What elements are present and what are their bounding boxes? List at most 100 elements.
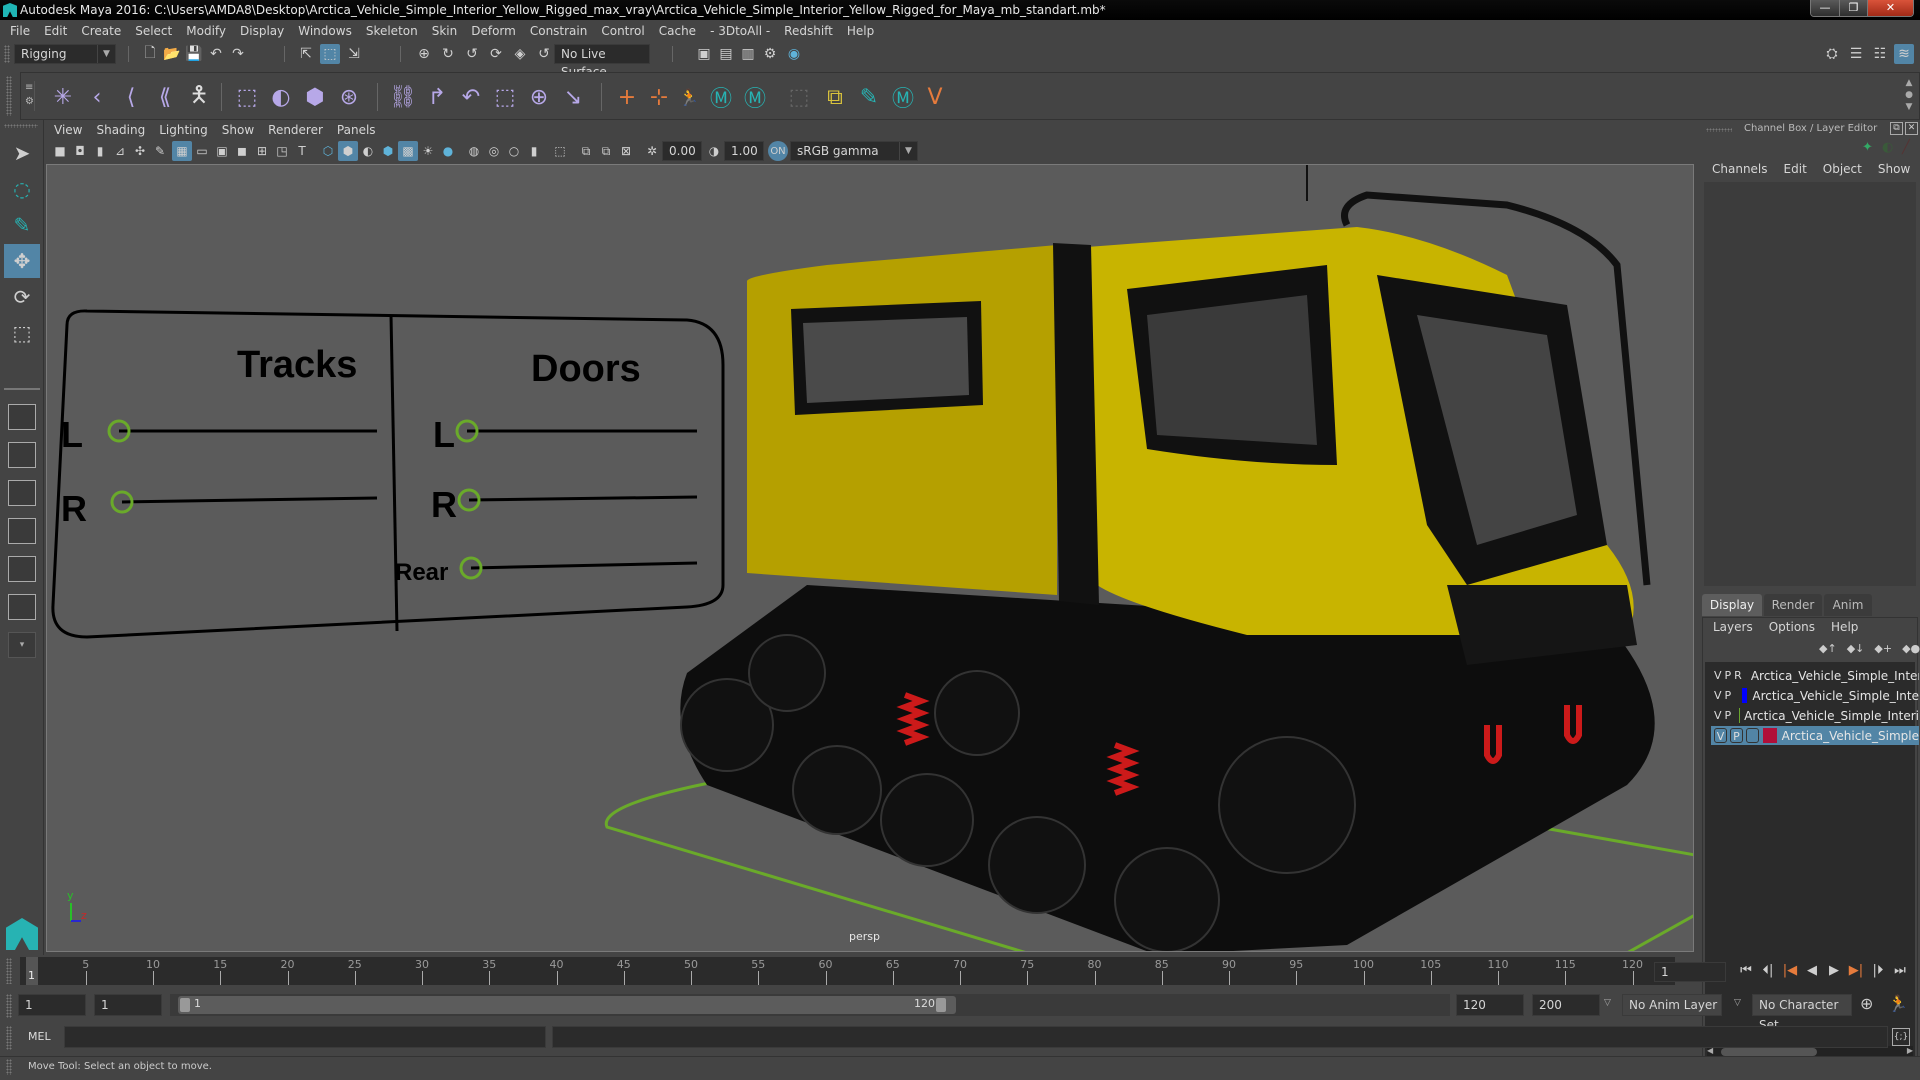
select-object-icon[interactable]: ⬚: [320, 44, 340, 64]
grid-icon[interactable]: ▦: [172, 141, 192, 161]
xray-active-icon[interactable]: ⧉: [596, 141, 616, 161]
lattice-icon[interactable]: ⬢: [301, 83, 329, 111]
menu-edit[interactable]: Edit: [44, 24, 67, 38]
menu-constrain[interactable]: Constrain: [530, 24, 588, 38]
shelf-grip[interactable]: [6, 76, 12, 116]
tab-anim[interactable]: Anim: [1824, 594, 1872, 616]
menu-skeleton[interactable]: Skeleton: [366, 24, 418, 38]
layer-color-swatch[interactable]: [1738, 708, 1740, 723]
pole-vector-icon[interactable]: ↘: [559, 83, 587, 111]
layer-menu-help[interactable]: Help: [1831, 620, 1858, 634]
safe-action-icon[interactable]: ◳: [272, 141, 292, 161]
grease-pencil-icon[interactable]: ✎: [150, 141, 170, 161]
gamma-field[interactable]: 1.00: [724, 141, 764, 161]
parent-constraint-icon[interactable]: ⛓: [389, 83, 417, 111]
persp-outliner-layout-icon[interactable]: [8, 480, 36, 506]
menu-display[interactable]: Display: [240, 24, 284, 38]
panel-menu-show[interactable]: Show: [222, 123, 254, 137]
attribute-editor-icon[interactable]: ☰: [1846, 44, 1866, 64]
layer-playback-toggle[interactable]: P: [1725, 668, 1732, 683]
group-icon[interactable]: ⧉: [821, 83, 849, 111]
move-layer-down-icon[interactable]: ◆↓: [1847, 642, 1865, 655]
shadows-icon[interactable]: ●: [438, 141, 458, 161]
tool-settings-icon[interactable]: ☷: [1870, 44, 1890, 64]
layer-visibility-toggle[interactable]: V: [1714, 688, 1722, 703]
smooth-shade-icon[interactable]: ⬢: [338, 141, 358, 161]
camera-select-icon[interactable]: ■: [50, 141, 70, 161]
new-layer-from-selected-icon[interactable]: ◆●: [1902, 642, 1920, 655]
gate-mask-icon[interactable]: ◼: [232, 141, 252, 161]
gamma-icon[interactable]: ◑: [704, 141, 724, 161]
layer-playback-toggle[interactable]: P: [1729, 728, 1743, 743]
snap-curve-icon[interactable]: ↻: [438, 44, 458, 64]
command-language-toggle[interactable]: MEL: [28, 1030, 51, 1043]
shelf-menu[interactable]: ≡ ⚙: [25, 81, 35, 111]
move-layer-up-icon[interactable]: ◆↑: [1819, 642, 1837, 655]
render-frame-icon[interactable]: ▤: [716, 44, 736, 64]
panel-menu-panels[interactable]: Panels: [337, 123, 376, 137]
tab-render[interactable]: Render: [1764, 594, 1822, 616]
insert-joint-icon[interactable]: ⟪: [151, 83, 179, 111]
persp-graph-layout-icon[interactable]: [8, 518, 36, 544]
select-tool-icon[interactable]: ➤: [4, 136, 40, 170]
hypershade-icon[interactable]: ◉: [784, 44, 804, 64]
range-end-handle[interactable]: [936, 998, 946, 1012]
anim-layer-chevron-icon[interactable]: ▽: [1604, 998, 1611, 1008]
select-hierarchy-icon[interactable]: ⇱: [296, 44, 316, 64]
step-back-key-icon[interactable]: |◀: [1780, 961, 1800, 981]
joint-tool-icon[interactable]: ✳: [49, 83, 77, 111]
play-backwards-icon[interactable]: ◀: [1802, 961, 1822, 981]
float-panel-icon[interactable]: ⧉: [1890, 122, 1903, 135]
camera-attributes-icon[interactable]: ◘: [70, 141, 90, 161]
save-scene-icon[interactable]: 💾: [184, 44, 204, 64]
film-gate-icon[interactable]: ▭: [192, 141, 212, 161]
snap-grid-icon[interactable]: ⊕: [414, 44, 434, 64]
layer-menu-options[interactable]: Options: [1769, 620, 1815, 634]
use-default-material-icon[interactable]: ◐: [358, 141, 378, 161]
layout-more-icon[interactable]: ▾: [8, 632, 36, 658]
toggle-channel-icon[interactable]: ◐: [1882, 140, 1893, 155]
scale-tool-icon[interactable]: ⬚: [4, 316, 40, 350]
step-forward-key-icon[interactable]: ▶|: [1846, 961, 1866, 981]
screen-space-ao-icon[interactable]: ◍: [464, 141, 484, 161]
anti-aliasing-icon[interactable]: ○: [504, 141, 524, 161]
isolate-select-icon[interactable]: ⬚: [550, 141, 570, 161]
key-icon[interactable]: ╱: [1902, 140, 1910, 155]
step-back-frame-icon[interactable]: ⏴|: [1758, 961, 1778, 981]
field-chart-icon[interactable]: ⊞: [252, 141, 272, 161]
snap-point-icon[interactable]: ↺: [462, 44, 482, 64]
menu-deform[interactable]: Deform: [471, 24, 516, 38]
layer-color-swatch[interactable]: [1762, 728, 1777, 743]
menu-create[interactable]: Create: [81, 24, 121, 38]
playback-start-field[interactable]: 1: [94, 994, 162, 1016]
channel-menu-show[interactable]: Show: [1878, 162, 1910, 176]
layer-row[interactable]: V P Arctica_Vehicle_Simple_Interi: [1711, 706, 1919, 725]
status-line-grip[interactable]: [4, 45, 10, 63]
layer-visibility-toggle[interactable]: V: [1714, 728, 1727, 743]
script-editor-icon[interactable]: {;}: [1892, 1028, 1910, 1046]
scale-constraint-icon[interactable]: ⬚: [491, 83, 519, 111]
character-set-chevron-icon[interactable]: ▽: [1734, 998, 1741, 1008]
panel-menu-view[interactable]: View: [54, 123, 82, 137]
xray-joints-icon[interactable]: ⊠: [616, 141, 636, 161]
bind-skin-icon[interactable]: ⬚: [233, 83, 261, 111]
channel-list[interactable]: [1704, 182, 1916, 586]
use-all-lights-icon[interactable]: ☀: [418, 141, 438, 161]
time-slider-grip[interactable]: [6, 958, 12, 984]
maya-m2-icon[interactable]: Ⓜ: [741, 83, 769, 112]
paint-select-tool-icon[interactable]: ✎: [4, 208, 40, 242]
snap-live-icon[interactable]: ◈: [510, 44, 530, 64]
panel-menu-lighting[interactable]: Lighting: [159, 123, 208, 137]
xray-icon[interactable]: ⧉: [576, 141, 596, 161]
channel-menu-object[interactable]: Object: [1823, 162, 1862, 176]
panel-grip[interactable]: [1706, 128, 1732, 132]
layer-playback-toggle[interactable]: P: [1725, 708, 1732, 723]
single-perspective-layout-icon[interactable]: [8, 404, 36, 430]
menu-help[interactable]: Help: [847, 24, 874, 38]
locator-icon[interactable]: +: [613, 83, 641, 111]
range-grip[interactable]: [6, 994, 12, 1018]
command-input[interactable]: [64, 1026, 546, 1048]
manipulator-icon[interactable]: ✦: [1862, 140, 1873, 155]
two-d-pan-icon[interactable]: ✣: [130, 141, 150, 161]
menu-skin[interactable]: Skin: [432, 24, 458, 38]
